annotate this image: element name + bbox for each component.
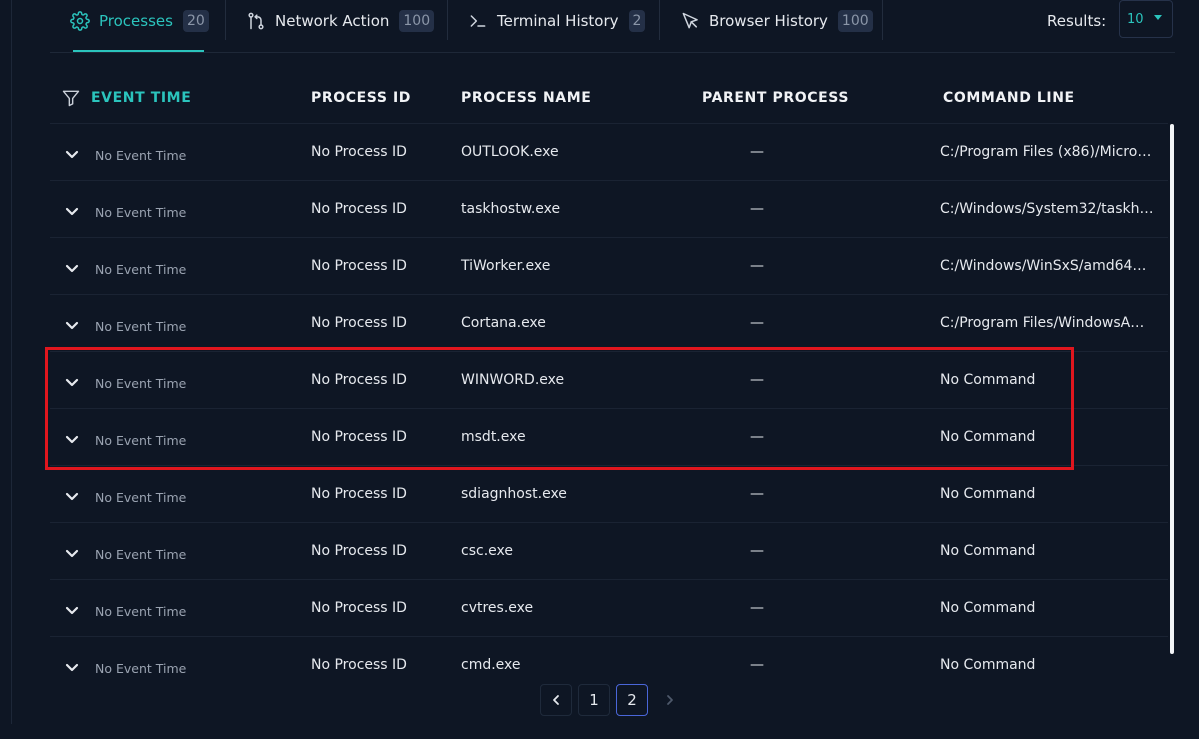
tab-terminal-history-label: Terminal History — [497, 12, 619, 30]
process-name-cell: sdiagnhost.exe — [461, 486, 567, 502]
highlight-box — [45, 347, 1074, 470]
chevron-down-icon[interactable] — [64, 662, 80, 674]
active-tab-indicator — [73, 50, 204, 52]
tab-network-action-count: 100 — [399, 10, 435, 32]
tab-browser-history-count: 100 — [837, 10, 873, 32]
scrollbar-thumb[interactable] — [1170, 124, 1174, 654]
chevron-right-icon — [667, 695, 673, 705]
page-button-2[interactable]: 2 — [616, 684, 648, 716]
chevron-down-icon[interactable] — [64, 320, 80, 332]
event-time-cell: No Event Time — [95, 319, 187, 334]
tab-terminal-history-count: 2 — [628, 10, 646, 32]
results-label: Results: — [1047, 12, 1107, 30]
table-row[interactable]: No Event Time No Process ID cmd.exe — No… — [50, 637, 1168, 676]
parent-process-cell: — — [750, 201, 764, 217]
event-time-cell: No Event Time — [95, 547, 187, 562]
column-header-command-line[interactable]: COMMAND LINE — [943, 90, 1075, 106]
process-name-cell: cmd.exe — [461, 657, 521, 673]
filter-icon[interactable] — [61, 88, 81, 108]
parent-process-cell: — — [750, 144, 764, 160]
process-id-cell: No Process ID — [311, 486, 407, 502]
process-id-cell: No Process ID — [311, 543, 407, 559]
chevron-down-icon[interactable] — [64, 605, 80, 617]
process-name-cell: taskhostw.exe — [461, 201, 561, 217]
table-row[interactable]: No Event Time No Process ID taskhostw.ex… — [50, 181, 1168, 238]
command-line-cell: No Command — [940, 657, 1036, 673]
process-id-cell: No Process ID — [311, 144, 407, 160]
column-header-process-id[interactable]: PROCESS ID — [311, 90, 411, 106]
gear-icon — [70, 11, 90, 31]
command-line-cell: C:/Windows/WinSxS/amd64… — [940, 258, 1147, 274]
command-line-cell: C:/Program Files/WindowsA… — [940, 315, 1145, 331]
process-id-cell: No Process ID — [311, 600, 407, 616]
tab-processes-label: Processes — [99, 12, 173, 30]
parent-process-cell: — — [750, 486, 764, 502]
tab-browser-history[interactable]: Browser History 100 — [680, 0, 873, 42]
column-header-process-name[interactable]: PROCESS NAME — [461, 90, 591, 106]
chevron-down-icon — [1154, 15, 1162, 20]
process-name-cell: Cortana.exe — [461, 315, 546, 331]
left-divider — [11, 0, 12, 724]
tab-browser-history-label: Browser History — [709, 12, 828, 30]
results-per-page-value: 10 — [1127, 11, 1144, 27]
parent-process-cell: — — [750, 657, 764, 673]
command-line-cell: No Command — [940, 486, 1036, 502]
cursor-icon — [680, 11, 700, 31]
event-time-cell: No Event Time — [95, 205, 187, 220]
process-id-cell: No Process ID — [311, 657, 407, 673]
terminal-icon — [468, 11, 488, 31]
git-branch-icon — [246, 11, 266, 31]
tab-processes-count: 20 — [182, 10, 209, 32]
command-line-cell: C:/Windows/System32/taskh… — [940, 201, 1154, 217]
tab-bar: Processes 20 Network Action 100 Terminal… — [50, 0, 1175, 53]
process-id-cell: No Process ID — [311, 315, 407, 331]
tab-network-action-label: Network Action — [275, 12, 390, 30]
event-time-cell: No Event Time — [95, 490, 187, 505]
process-id-cell: No Process ID — [311, 201, 407, 217]
parent-process-cell: — — [750, 543, 764, 559]
table-row[interactable]: No Event Time No Process ID TiWorker.exe… — [50, 238, 1168, 295]
chevron-down-icon[interactable] — [64, 491, 80, 503]
next-page-button[interactable] — [654, 684, 686, 716]
process-name-cell: OUTLOOK.exe — [461, 144, 559, 160]
tab-divider — [447, 0, 448, 40]
table-row[interactable]: No Event Time No Process ID Cortana.exe … — [50, 295, 1168, 352]
parent-process-cell: — — [750, 258, 764, 274]
tab-divider — [659, 0, 660, 40]
event-time-cell: No Event Time — [95, 661, 187, 676]
tab-processes[interactable]: Processes 20 — [70, 0, 209, 42]
tab-network-action[interactable]: Network Action 100 — [246, 0, 435, 42]
chevron-down-icon[interactable] — [64, 149, 80, 161]
event-time-cell: No Event Time — [95, 262, 187, 277]
chevron-down-icon[interactable] — [64, 548, 80, 560]
table-row[interactable]: No Event Time No Process ID cvtres.exe —… — [50, 580, 1168, 637]
tab-divider — [225, 0, 226, 40]
table-row[interactable]: No Event Time No Process ID csc.exe — No… — [50, 523, 1168, 580]
column-header-parent-process[interactable]: PARENT PROCESS — [702, 90, 849, 106]
tab-terminal-history[interactable]: Terminal History 2 — [468, 0, 646, 42]
process-name-cell: cvtres.exe — [461, 600, 534, 616]
page-button-1[interactable]: 1 — [578, 684, 610, 716]
chevron-left-icon — [553, 695, 559, 705]
tab-divider — [882, 0, 883, 40]
table-row[interactable]: No Event Time No Process ID OUTLOOK.exe … — [50, 124, 1168, 181]
results-per-page-select[interactable]: 10 — [1119, 0, 1173, 38]
column-header-event-time[interactable]: EVENT TIME — [91, 90, 191, 106]
parent-process-cell: — — [750, 315, 764, 331]
chevron-down-icon[interactable] — [64, 263, 80, 275]
command-line-cell: No Command — [940, 543, 1036, 559]
command-line-cell: C:/Program Files (x86)/Micro… — [940, 144, 1152, 160]
process-id-cell: No Process ID — [311, 258, 407, 274]
chevron-down-icon[interactable] — [64, 206, 80, 218]
parent-process-cell: — — [750, 600, 764, 616]
table-header: EVENT TIME PROCESS ID PROCESS NAME PAREN… — [50, 72, 1168, 124]
table-row[interactable]: No Event Time No Process ID sdiagnhost.e… — [50, 466, 1168, 523]
prev-page-button[interactable] — [540, 684, 572, 716]
event-time-cell: No Event Time — [95, 148, 187, 163]
command-line-cell: No Command — [940, 600, 1036, 616]
process-name-cell: csc.exe — [461, 543, 513, 559]
event-time-cell: No Event Time — [95, 604, 187, 619]
process-name-cell: TiWorker.exe — [461, 258, 551, 274]
table-scrollbar[interactable] — [1169, 124, 1175, 674]
